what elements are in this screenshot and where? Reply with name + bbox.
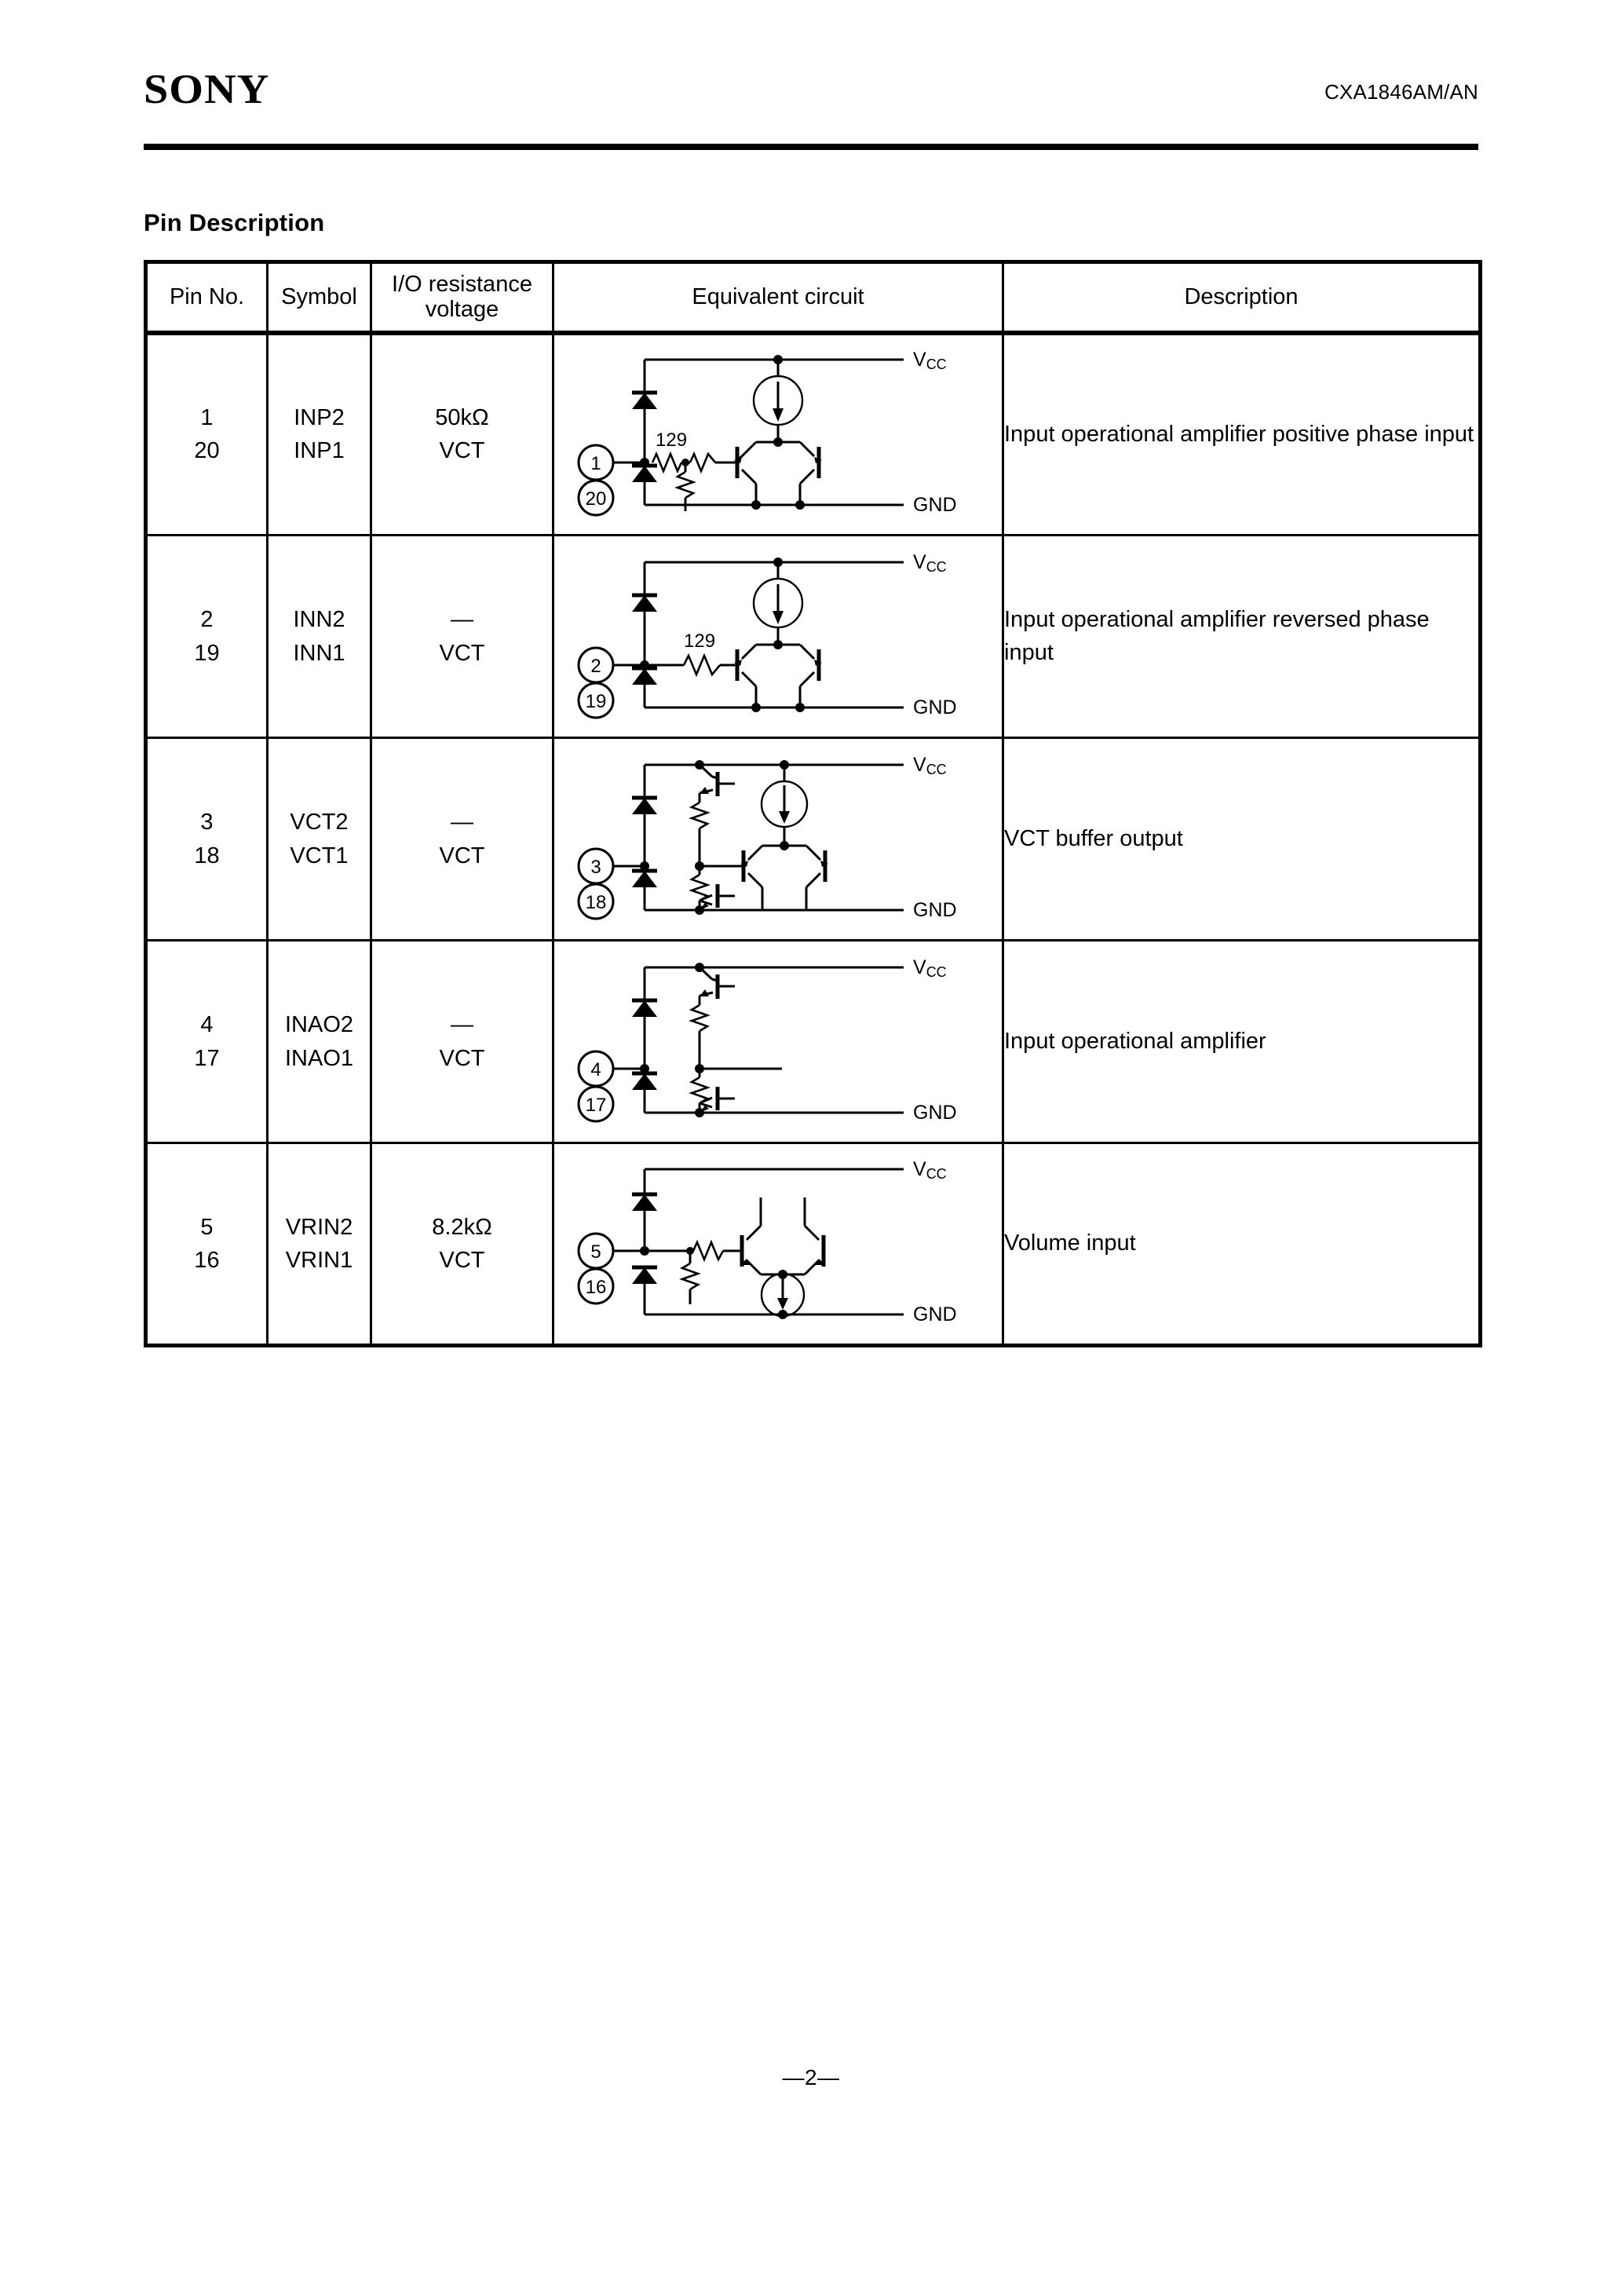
column-header-equivalent-circuit: Equivalent circuit [552,261,1004,335]
cell-symbol: VRIN2 VRIN1 [266,1142,372,1347]
header-divider [144,144,1478,150]
table-row: 4 17 INAO2 INAO1 — VCT VCC GND 4 17 Inpu… [144,939,1481,1144]
gnd-rail-label-row5: GND [913,1303,957,1325]
cell-io-resistance-voltage: 8.2kΩ VCT [370,1142,554,1347]
sony-logo: SONY [144,67,270,112]
cell-description: VCT buffer output [1002,737,1481,941]
cell-io-resistance-voltage: 50kΩ VCT [370,331,554,536]
equivalent-circuit-diagram-row4: VCC GND 4 17 [577,956,957,1124]
cell-description: Input operational amplifier [1002,939,1481,1144]
resistor-value-label-row1: 129 [656,430,687,451]
table-row: 1 20 INP2 INP1 50kΩ VCT VCC GND 1 20 129… [144,331,1481,536]
column-header-symbol: Symbol [266,261,372,335]
page-footer: —2— [782,2065,840,2089]
cell-description: Input operational amplifier positive pha… [1002,331,1481,536]
table-header-row: Pin No. Symbol I/O resistance voltage Eq… [144,261,1481,335]
vcc-rail-label-row3: VCC [913,754,947,777]
vcc-rail-label-row2: VCC [913,551,947,575]
page-title: Pin Description [144,209,325,236]
cell-pin-no: 1 20 [144,331,269,536]
gnd-rail-label-row4: GND [913,1102,957,1124]
pin-bubble-secondary-label-row5: 16 [586,1277,607,1298]
table-row: 3 18 VCT2 VCT1 — VCT VCC GND 3 18 VCT bu… [144,737,1481,941]
cell-description: Volume input [1002,1142,1481,1347]
resistor-value-label-row2: 129 [684,631,715,652]
pin-bubble-primary-label-row4: 4 [590,1059,601,1080]
cell-description: Input operational amplifier reversed pha… [1002,534,1481,739]
pin-bubble-secondary-label-row4: 17 [586,1095,607,1116]
cell-equivalent-circuit: VCC [552,737,1004,941]
pin-bubble-primary-label-row5: 5 [590,1241,601,1263]
cell-pin-no: 3 18 [144,737,269,941]
cell-pin-no: 2 19 [144,534,269,739]
cell-io-resistance-voltage: — VCT [370,737,554,941]
gnd-rail-label-row1: GND [913,494,957,516]
pin-bubble-primary-label-row2: 2 [590,656,601,677]
pin-bubble-secondary-label-row3: 18 [586,892,607,913]
pin-bubble-secondary-label-row1: 20 [586,488,607,510]
cell-symbol: INAO2 INAO1 [266,939,372,1144]
pin-description-table: Pin No. Symbol I/O resistance voltage Eq… [144,260,1482,1347]
pin-bubble-primary-label-row3: 3 [590,857,601,878]
vcc-rail-label-row5: VCC [913,1158,947,1182]
column-header-io-resistance-voltage: I/O resistance voltage [370,261,554,335]
part-number: CXA1846AM/AN [1324,80,1478,104]
vcc-rail-label-row4: VCC [913,956,947,980]
pin-bubble-secondary-label-row2: 19 [586,691,607,712]
equivalent-circuit-diagram-row3: VCC GND 3 18 [577,754,957,921]
page-header: SONY CXA1846AM/AN [144,69,1478,124]
datasheet-page: SONY CXA1846AM/AN Pin Description Pin No… [0,0,1622,2296]
cell-equivalent-circuit: VCC [552,534,1004,739]
vcc-rail-label-row1: VCC [913,349,947,372]
column-header-pin-no: Pin No. [144,261,269,335]
pin-bubble-primary-label-row1: 1 [590,453,601,474]
gnd-rail-label-row2: GND [913,696,957,718]
cell-equivalent-circuit: VCC GND [552,939,1004,1144]
cell-symbol: VCT2 VCT1 [266,737,372,941]
cell-equivalent-circuit: VCC [552,331,1004,536]
cell-pin-no: 5 16 [144,1142,269,1347]
equivalent-circuit-diagram-row2: VCC GND 2 19 129 [577,551,957,718]
cell-symbol: INN2 INN1 [266,534,372,739]
cell-pin-no: 4 17 [144,939,269,1144]
cell-io-resistance-voltage: — VCT [370,534,554,739]
column-header-description: Description [1002,261,1481,335]
cell-symbol: INP2 INP1 [266,331,372,536]
equivalent-circuit-diagram-row5: VCC GND 5 16 [577,1158,957,1325]
table-row: 2 19 INN2 INN1 — VCT VCC GND 2 19 129 In… [144,534,1481,739]
cell-io-resistance-voltage: — VCT [370,939,554,1144]
table-row: 5 16 VRIN2 VRIN1 8.2kΩ VCT VCC GND 5 16 … [144,1142,1481,1347]
cell-equivalent-circuit: VCC GND [552,1142,1004,1347]
equivalent-circuit-diagram-row1: VCC GND 1 20 129 [577,349,957,517]
gnd-rail-label-row3: GND [913,899,957,921]
